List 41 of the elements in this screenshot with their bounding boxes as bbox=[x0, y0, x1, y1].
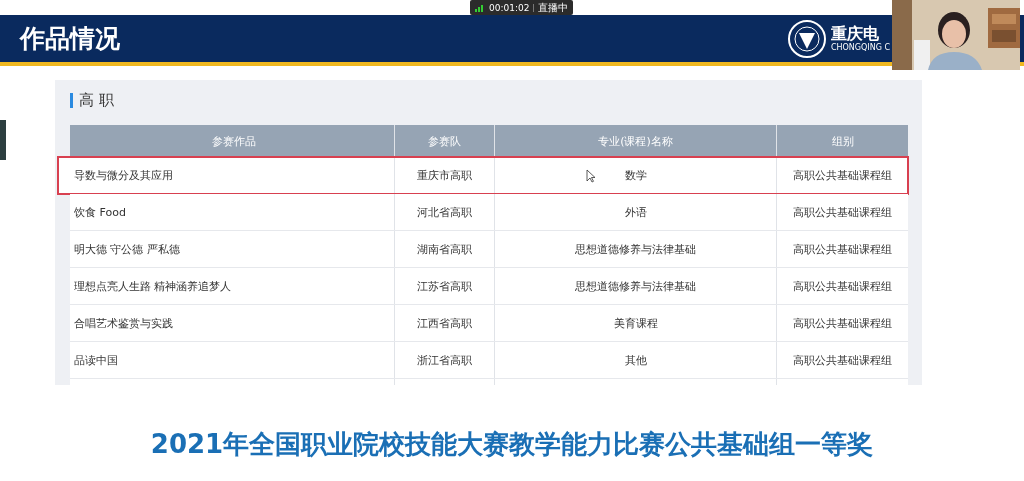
table-row[interactable]: 品读中国 浙江省高职 其他 高职公共基础课程组 bbox=[70, 342, 908, 379]
slide-title: 作品情况 bbox=[20, 23, 120, 55]
table-cell: 饮食 Food bbox=[70, 194, 395, 230]
table-row[interactable]: 明大德 守公德 严私德 湖南省高职 思想道德修养与法律基础 高职公共基础课程组 bbox=[70, 231, 908, 268]
live-status: 直播中 bbox=[538, 1, 569, 15]
table-cell-text: 高职公共基础课程组 bbox=[792, 167, 893, 184]
cursor-icon bbox=[586, 169, 596, 183]
table-cell-text: 高职公共基础课程组 bbox=[792, 352, 893, 369]
table-cell: 理想点亮人生路 精神涵养追梦人 bbox=[70, 268, 395, 304]
table-row[interactable]: 理想点亮人生路 精神涵养追梦人 江苏省高职 思想道德修养与法律基础 高职公共基础课程组 bbox=[70, 268, 908, 305]
table-cell: 江西省高职 bbox=[395, 305, 495, 341]
table-cell-text: 高职公共基础课程组 bbox=[792, 278, 893, 295]
table-cell: 思想道德修养与法律基础 bbox=[495, 268, 777, 304]
table-cell-text: 高职公共基础课程组 bbox=[792, 241, 893, 258]
table-row[interactable]: 饮食 Food 河北省高职 外语 高职公共基础课程组 bbox=[70, 194, 908, 231]
table-cell: 思想道德修养与法律基础 bbox=[495, 231, 777, 267]
table-cell: 外语 bbox=[495, 194, 777, 230]
caption: 2021年全国职业院校技能大赛教学能力比赛公共基础组一等奖 bbox=[149, 428, 875, 461]
elapsed-time: 00:01:02 bbox=[489, 2, 530, 13]
table-cell-text: 高职公共基础课程组 bbox=[792, 315, 893, 332]
table-cell: 江苏省高职 bbox=[395, 268, 495, 304]
table-cell: 合唱艺术鉴赏与实践 bbox=[70, 305, 395, 341]
table-cell: 品读中国 bbox=[70, 342, 395, 378]
table-cell: 湖南省高职 bbox=[395, 231, 495, 267]
logo-subtext: CHONGQING C bbox=[830, 43, 890, 52]
table-cell: 明大德 守公德 严私德 bbox=[70, 231, 395, 267]
column-header: 组别 bbox=[830, 133, 855, 150]
side-handle[interactable] bbox=[0, 120, 6, 160]
table-row[interactable]: 合唱艺术鉴赏与实践 江西省高职 美育课程 高职公共基础课程组 bbox=[70, 305, 908, 342]
logo-text: 重庆电 bbox=[830, 25, 880, 43]
table-row[interactable]: 导数与微分及其应用 重庆市高职 数学 高职公共基础课程组 bbox=[58, 157, 908, 194]
section-title: 高 职 bbox=[79, 90, 114, 110]
table-cell: 重庆市高职 bbox=[395, 157, 495, 193]
table-cell: 其他 bbox=[495, 342, 777, 378]
table-cell: 导数与微分及其应用 bbox=[70, 157, 395, 193]
table-cell: 浙江省高职 bbox=[395, 342, 495, 378]
emblem-icon bbox=[786, 18, 827, 59]
table-cell: 美育课程 bbox=[495, 305, 777, 341]
table-cell-text: 高职公共基础课程组 bbox=[792, 204, 893, 221]
signal-icon bbox=[475, 3, 485, 12]
table-cell: 河北省高职 bbox=[395, 194, 495, 230]
